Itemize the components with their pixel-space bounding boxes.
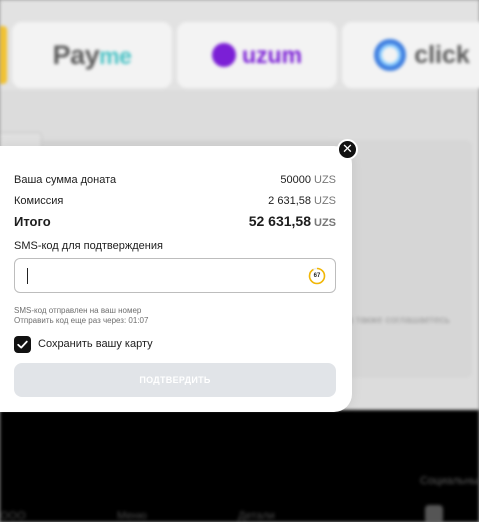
click-icon	[374, 39, 407, 71]
footer-col-1: ООО	[0, 510, 26, 522]
donation-row: Ваша сумма доната 50000 UZS	[14, 170, 336, 188]
selected-provider-edge	[0, 26, 7, 84]
countdown-timer: 67	[308, 267, 326, 285]
page-footer	[0, 410, 479, 522]
social-icon[interactable]	[425, 505, 443, 522]
timer-value: 67	[313, 273, 321, 279]
donation-label: Ваша сумма доната	[14, 174, 117, 186]
sms-code-input[interactable]: 67	[14, 258, 336, 293]
close-button[interactable]: ✕	[337, 139, 358, 160]
total-row: Итого 52 631,58 UZS	[14, 213, 336, 231]
sms-code-label: SMS-код для подтверждения	[14, 240, 163, 252]
close-icon: ✕	[342, 141, 353, 156]
provider-card-payme[interactable]: Payme	[12, 22, 172, 88]
payme-logo: Payme	[52, 39, 132, 70]
uzum-logo: uzum	[211, 42, 302, 69]
donation-value: 50000	[280, 174, 311, 186]
text-caret	[27, 268, 28, 284]
save-card-checkbox[interactable]	[14, 336, 31, 353]
commission-row: Комиссия 2 631,58 UZS	[14, 191, 336, 209]
checkmark-icon	[17, 340, 28, 349]
resend-timer-hint: Отправить код еще раз через: 01:07	[14, 316, 149, 325]
total-label: Итого	[14, 214, 51, 229]
save-card-label[interactable]: Сохранить вашу карту	[38, 338, 153, 350]
sms-sent-hint: SMS-код отправлен на ваш номер	[14, 306, 142, 315]
provider-card-click[interactable]: click	[342, 22, 479, 88]
commission-currency: UZS	[314, 195, 336, 207]
commission-label: Комиссия	[14, 195, 64, 207]
footer-col-3: Детали	[238, 510, 275, 522]
commission-value: 2 631,58	[268, 195, 311, 207]
footer-col-2: Меню	[117, 510, 147, 522]
payment-confirm-modal: Ваша сумма доната 50000 UZS Комиссия 2 63…	[0, 146, 352, 412]
total-currency: UZS	[314, 217, 336, 229]
background-agreement-text: , а также соглашаетесь	[342, 315, 450, 326]
confirm-button[interactable]: ПОДТВЕРДИТЬ	[14, 363, 336, 397]
footer-social-heading: Социальные	[420, 475, 479, 487]
provider-card-uzum[interactable]: uzum	[177, 22, 337, 88]
click-logo: click	[374, 39, 470, 71]
uzum-icon	[211, 43, 236, 67]
donation-currency: UZS	[314, 174, 336, 186]
total-value: 52 631,58	[248, 213, 311, 229]
